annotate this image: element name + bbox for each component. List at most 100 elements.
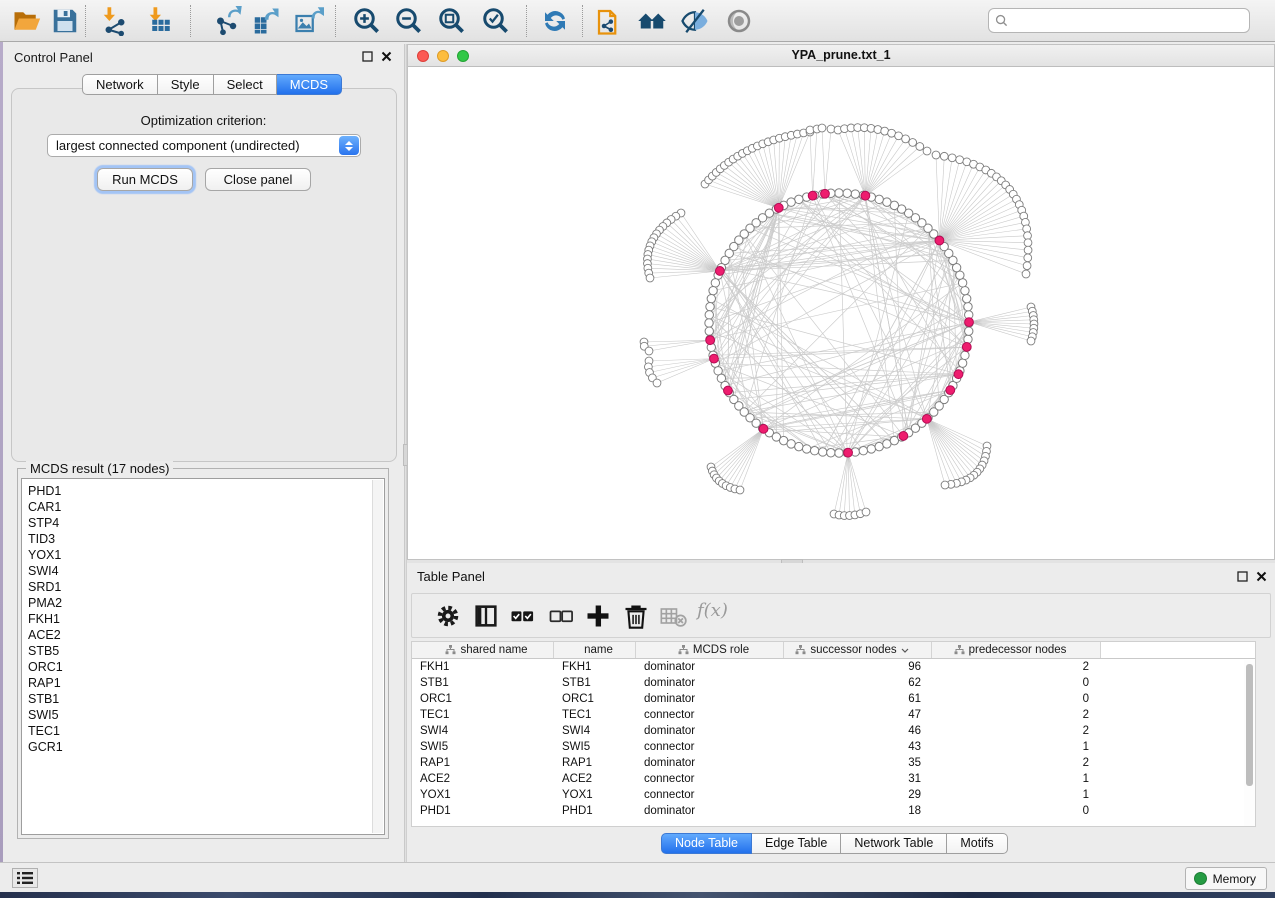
mcds-result-item[interactable]: FKH1 (28, 611, 63, 627)
network-node[interactable] (843, 189, 851, 197)
network-node[interactable] (851, 190, 859, 198)
mcds-result-item[interactable]: CAR1 (28, 499, 63, 515)
network-node[interactable] (705, 311, 713, 319)
share-network-document-icon[interactable] (594, 6, 624, 36)
network-node[interactable] (706, 303, 714, 311)
node-table[interactable]: shared namenameMCDS rolesuccessor nodesp… (411, 641, 1256, 827)
mcds-list-scrollbar[interactable] (372, 480, 383, 833)
network-node[interactable] (705, 327, 713, 335)
table-row[interactable]: ORC1ORC1dominator610 (412, 691, 1255, 707)
network-node[interactable] (1027, 337, 1035, 345)
search-box[interactable] (988, 8, 1250, 33)
zoom-in-icon[interactable] (352, 6, 382, 36)
mcds-result-list[interactable]: PHD1CAR1STP4TID3YOX1SWI4SRD1PMA2FKH1ACE2… (21, 478, 385, 835)
network-node[interactable] (965, 327, 973, 335)
close-panel-icon[interactable] (1255, 570, 1268, 583)
mcds-dominator-node[interactable] (922, 414, 931, 423)
tab-network[interactable]: Network (82, 74, 158, 95)
network-node[interactable] (827, 449, 835, 457)
float-panel-icon[interactable] (361, 50, 374, 63)
zoom-fit-icon[interactable] (437, 6, 467, 36)
delete-column-icon[interactable] (622, 602, 650, 630)
mcds-result-item[interactable]: GCR1 (28, 739, 63, 755)
network-view-window[interactable]: YPA_prune.txt_1 (407, 44, 1275, 560)
mcds-result-item[interactable]: SWI4 (28, 563, 63, 579)
tab-style[interactable]: Style (158, 74, 214, 95)
network-canvas[interactable] (408, 68, 1274, 560)
table-row[interactable]: RAP1RAP1dominator352 (412, 755, 1255, 771)
network-node[interactable] (867, 445, 875, 453)
network-node[interactable] (940, 152, 948, 160)
delete-table-icon[interactable] (659, 602, 687, 630)
gear-icon[interactable] (434, 602, 462, 630)
float-panel-icon[interactable] (1236, 570, 1249, 583)
network-node[interactable] (646, 274, 654, 282)
network-node[interactable] (883, 198, 891, 206)
network-node[interactable] (818, 124, 826, 132)
network-node[interactable] (810, 446, 818, 454)
tab-edge-table[interactable]: Edge Table (752, 833, 841, 854)
mcds-dominator-node[interactable] (715, 267, 724, 276)
tab-mcds[interactable]: MCDS (277, 74, 342, 95)
mcds-result-item[interactable]: SWI5 (28, 707, 63, 723)
optimization-criterion-select[interactable]: largest connected component (undirected) (47, 134, 361, 157)
column-header-shared-name[interactable]: shared name (412, 642, 554, 658)
network-node[interactable] (932, 151, 940, 159)
add-column-icon[interactable] (584, 602, 612, 630)
network-node[interactable] (709, 286, 717, 294)
tab-network-table[interactable]: Network Table (841, 833, 947, 854)
export-network-icon[interactable] (213, 6, 243, 36)
column-header-predecessor-nodes[interactable]: predecessor nodes (932, 642, 1101, 658)
table-row[interactable]: ACE2ACE2connector311 (412, 771, 1255, 787)
network-node[interactable] (1024, 239, 1032, 247)
tab-node-table[interactable]: Node Table (661, 833, 752, 854)
mcds-dominator-node[interactable] (706, 336, 715, 345)
run-mcds-button[interactable]: Run MCDS (97, 168, 193, 191)
show-panels-button[interactable] (12, 868, 38, 888)
close-panel-icon[interactable] (380, 50, 393, 63)
network-node[interactable] (1023, 262, 1031, 270)
open-session-icon[interactable] (12, 6, 42, 36)
tab-select[interactable]: Select (214, 74, 277, 95)
mcds-dominator-node[interactable] (946, 386, 955, 395)
mcds-result-item[interactable]: RAP1 (28, 675, 63, 691)
mcds-result-item[interactable]: STP4 (28, 515, 63, 531)
memory-button[interactable]: Memory (1185, 867, 1267, 890)
select-all-icon[interactable] (508, 602, 536, 630)
mcds-result-item[interactable]: TEC1 (28, 723, 63, 739)
network-node[interactable] (787, 440, 795, 448)
mcds-result-item[interactable]: YOX1 (28, 547, 63, 563)
close-panel-button[interactable]: Close panel (205, 168, 311, 191)
network-node[interactable] (948, 154, 956, 162)
network-node[interactable] (1024, 232, 1032, 240)
network-node[interactable] (795, 442, 803, 450)
network-node[interactable] (806, 126, 814, 134)
mcds-dominator-node[interactable] (935, 236, 944, 245)
columns-icon[interactable] (472, 602, 500, 630)
network-node[interactable] (958, 279, 966, 287)
network-node[interactable] (835, 189, 843, 197)
mcds-dominator-node[interactable] (710, 354, 719, 363)
mcds-dominator-node[interactable] (821, 189, 830, 198)
export-table-icon[interactable] (251, 6, 281, 36)
mcds-dominator-node[interactable] (759, 424, 768, 433)
home-icon[interactable] (637, 6, 667, 36)
network-node[interactable] (875, 442, 883, 450)
refresh-layout-icon[interactable] (540, 6, 570, 36)
mcds-result-item[interactable]: ACE2 (28, 627, 63, 643)
mcds-dominator-node[interactable] (808, 191, 817, 200)
mcds-result-item[interactable]: PMA2 (28, 595, 63, 611)
export-image-icon[interactable] (294, 6, 324, 36)
network-node[interactable] (705, 319, 713, 327)
zoom-selected-icon[interactable] (481, 6, 511, 36)
network-node[interactable] (941, 481, 949, 489)
function-builder-icon[interactable]: f(x) (697, 600, 728, 621)
table-scrollbar[interactable] (1244, 660, 1255, 826)
hide-glasses-icon[interactable] (680, 6, 710, 36)
mcds-dominator-node[interactable] (844, 448, 853, 457)
column-header-successor-nodes[interactable]: successor nodes (784, 642, 932, 658)
column-header-name[interactable]: name (554, 642, 636, 658)
network-node[interactable] (1022, 270, 1030, 278)
network-node[interactable] (961, 351, 969, 359)
mcds-dominator-node[interactable] (899, 432, 908, 441)
